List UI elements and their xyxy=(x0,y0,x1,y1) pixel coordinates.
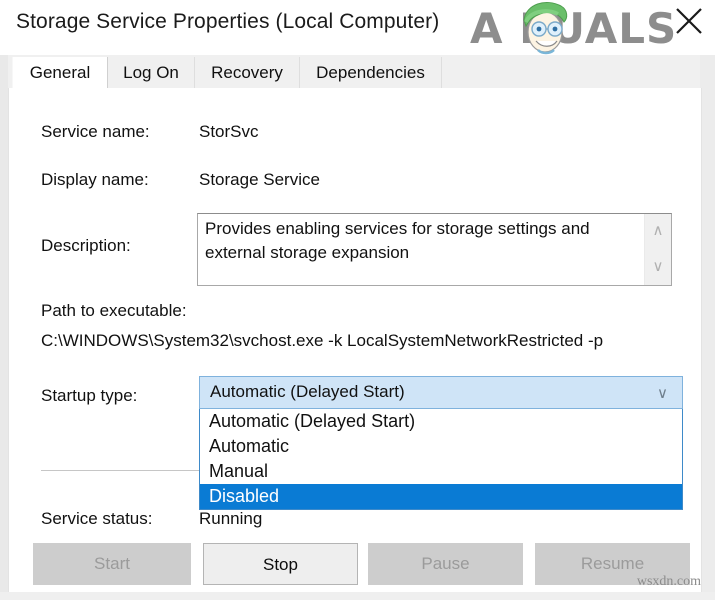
title-bar: Storage Service Properties (Local Comput… xyxy=(0,0,715,55)
startup-type-dropdown-list[interactable]: Automatic (Delayed Start) Automatic Manu… xyxy=(199,409,683,510)
appuals-mascot-icon xyxy=(516,0,574,56)
dropdown-option-automatic[interactable]: Automatic xyxy=(200,434,682,459)
start-button[interactable]: Start xyxy=(33,543,191,585)
display-name-label: Display name: xyxy=(41,170,149,190)
tab-log-on[interactable]: Log On xyxy=(108,57,195,89)
stop-button[interactable]: Stop xyxy=(203,543,358,585)
window-gutter-bottom xyxy=(0,592,715,600)
tab-recovery[interactable]: Recovery xyxy=(195,57,300,89)
dropdown-option-manual[interactable]: Manual xyxy=(200,459,682,484)
close-button[interactable] xyxy=(672,4,706,38)
display-name-value: Storage Service xyxy=(199,170,320,190)
description-label: Description: xyxy=(41,236,131,256)
description-text: Provides enabling services for storage s… xyxy=(205,217,613,265)
service-name-label: Service name: xyxy=(41,122,150,142)
dropdown-option-disabled[interactable]: Disabled xyxy=(200,484,682,509)
tab-dependencies[interactable]: Dependencies xyxy=(300,57,442,89)
scroll-up-icon[interactable]: ∧ xyxy=(645,220,671,242)
path-to-executable-label: Path to executable: xyxy=(41,301,187,321)
general-tab-panel: Service name: StorSvc Display name: Stor… xyxy=(8,88,702,592)
screenshot-root: Storage Service Properties (Local Comput… xyxy=(0,0,715,600)
pause-button[interactable]: Pause xyxy=(368,543,523,585)
appuals-logo-text: A PUALS xyxy=(470,4,695,53)
chevron-down-icon: ∨ xyxy=(657,384,668,402)
window-gutter-left xyxy=(0,0,8,600)
startup-type-combobox[interactable]: Automatic (Delayed Start) ∨ xyxy=(199,376,683,409)
startup-type-label: Startup type: xyxy=(41,386,137,406)
service-status-value: Running xyxy=(199,509,262,529)
service-control-buttons: Start Stop Pause Resume xyxy=(9,543,701,591)
scroll-down-icon[interactable]: ∨ xyxy=(645,256,671,278)
dropdown-option-automatic-delayed[interactable]: Automatic (Delayed Start) xyxy=(200,409,682,434)
window-title: Storage Service Properties (Local Comput… xyxy=(16,10,439,34)
service-status-label: Service status: xyxy=(41,509,153,529)
close-icon xyxy=(672,4,706,38)
source-watermark: wsxdn.com xyxy=(637,574,701,590)
tab-strip: General Log On Recovery Dependencies xyxy=(8,55,700,90)
service-name-value: StorSvc xyxy=(199,122,259,142)
path-to-executable-value: C:\WINDOWS\System32\svchost.exe -k Local… xyxy=(41,331,603,351)
startup-type-selected-value: Automatic (Delayed Start) xyxy=(210,382,405,402)
description-textbox[interactable]: Provides enabling services for storage s… xyxy=(197,213,672,286)
description-scrollbar[interactable]: ∧ ∨ xyxy=(644,214,671,285)
tab-general[interactable]: General xyxy=(12,57,108,89)
appuals-logo: A PUALS xyxy=(470,0,695,58)
window-gutter-right xyxy=(700,0,715,600)
